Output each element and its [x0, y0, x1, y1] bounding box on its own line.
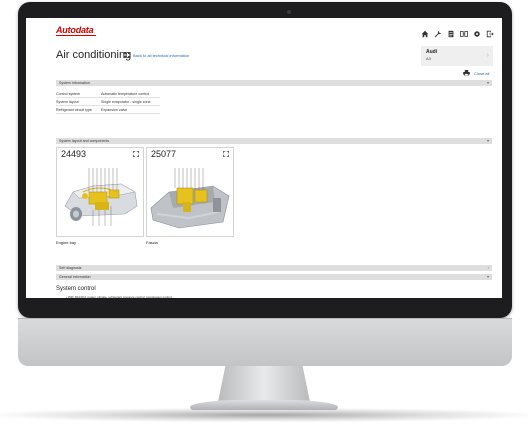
diagram-caption: Fascia	[146, 240, 158, 245]
section-label: General information	[59, 275, 91, 279]
fascia-diagram	[150, 168, 230, 229]
imac-mockup: Autodata Air conditioning Back to all te…	[0, 0, 528, 424]
compare-icon[interactable]	[459, 29, 468, 38]
monitor-chin	[18, 318, 512, 366]
section-label: System layout and components	[59, 139, 110, 143]
row-value: Single evaporator - single zone	[101, 99, 151, 104]
system-control-heading: System control	[56, 286, 96, 292]
autodata-logo[interactable]: Autodata	[56, 25, 94, 35]
diagram-card-fascia[interactable]: 25077	[146, 147, 234, 237]
table-row: Refrigerant circuit type Expansion valve	[56, 106, 160, 114]
chevron-down-icon: ▾	[486, 80, 489, 85]
diagram-card-engine-bay[interactable]: 24493	[56, 147, 144, 237]
expand-icon[interactable]	[133, 151, 139, 157]
section-system-information[interactable]: System information ▾	[56, 80, 492, 86]
section-label: System information	[59, 81, 90, 85]
floor-shadow	[0, 408, 528, 422]
chevron-right-icon: ›	[486, 52, 489, 59]
back-link-label: Back to all technical information	[133, 52, 190, 58]
list-item: • With R1234yf: power, climate, refriger…	[66, 295, 175, 298]
chevron-down-icon: ▾	[486, 274, 489, 279]
expand-icon[interactable]	[223, 151, 229, 157]
diagram-number: 24493	[61, 149, 87, 159]
settings-icon[interactable]	[472, 29, 481, 38]
chevron-right-icon: ›	[487, 265, 489, 270]
table-row: System layout Single evaporator - single…	[56, 98, 160, 106]
monitor-stand-foot	[190, 400, 338, 410]
screen: Autodata Air conditioning Back to all te…	[26, 18, 502, 298]
logo-underline	[56, 35, 96, 36]
vehicle-selector[interactable]: Audi A3 ›	[421, 46, 493, 66]
wrench-icon[interactable]	[433, 29, 442, 38]
row-key: System layout	[56, 99, 79, 104]
vehicle-make: Audi	[426, 49, 438, 55]
print-icon[interactable]	[463, 70, 470, 76]
top-bar: Autodata	[26, 18, 502, 40]
chevron-down-icon: ▾	[486, 138, 489, 143]
row-value: Automatic temperature control	[101, 91, 150, 96]
home-icon[interactable]	[420, 29, 429, 38]
section-system-layout[interactable]: System layout and components ▾	[56, 138, 492, 144]
section-label: Self diagnosis	[59, 266, 82, 270]
diagram-caption: Engine bay	[56, 240, 77, 245]
logout-icon[interactable]	[485, 29, 494, 38]
section-general-information[interactable]: General information ▾	[56, 274, 492, 280]
section-self-diagnosis[interactable]: Self diagnosis ›	[56, 265, 492, 271]
row-value: Expansion valve	[101, 107, 128, 112]
back-to-technical-info-link[interactable]: Back to all technical information	[124, 52, 189, 58]
camera-icon	[287, 10, 291, 14]
page-title: Air conditioning	[56, 49, 132, 61]
table-row: Control system Automatic temperature con…	[56, 90, 160, 98]
toolbar-icons	[420, 29, 494, 38]
row-key: Refrigerant circuit type	[56, 107, 92, 112]
engine-bay-diagram	[64, 168, 138, 226]
close-all-link[interactable]: Close all	[474, 71, 489, 76]
vehicle-model: A3	[426, 56, 431, 61]
row-key: Control system	[56, 91, 80, 96]
monitor-stand-neck	[218, 366, 310, 402]
document-icon[interactable]	[446, 29, 455, 38]
diagram-number: 25077	[151, 149, 177, 159]
grid-icon	[124, 52, 130, 58]
system-info-table: Control system Automatic temperature con…	[56, 90, 160, 114]
